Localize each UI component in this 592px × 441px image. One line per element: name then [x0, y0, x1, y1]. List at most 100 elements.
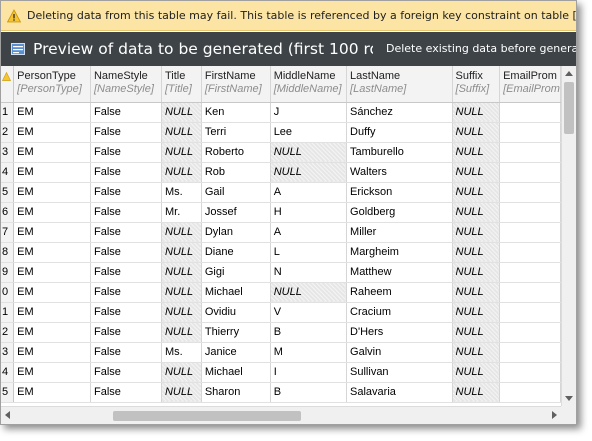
column-header-namestyle[interactable]: NameStyle [NameStyle] — [90, 66, 162, 103]
table-row[interactable]: 4 EM False NULL Michael I Sullivan NULL — [1, 362, 561, 383]
column-header-title[interactable]: Title [Title] — [161, 66, 202, 103]
cell-middlename[interactable]: H — [270, 202, 348, 223]
column-header-emailpromotion[interactable]: EmailProm [EmailProm — [499, 66, 561, 103]
cell-middlename[interactable]: J — [270, 102, 348, 123]
cell-middlename[interactable]: A — [270, 222, 348, 243]
cell-emailpromotion[interactable] — [499, 342, 561, 363]
cell-persontype[interactable]: EM — [13, 202, 91, 223]
cell-middlename[interactable]: V — [270, 302, 348, 323]
column-header-lastname[interactable]: LastName [LastName] — [346, 66, 453, 103]
cell-suffix[interactable]: NULL — [452, 102, 501, 123]
scroll-down-arrow-icon[interactable] — [565, 396, 573, 401]
cell-emailpromotion[interactable] — [499, 162, 561, 183]
cell-suffix[interactable]: NULL — [452, 162, 501, 183]
cell-suffix[interactable]: NULL — [452, 142, 501, 163]
table-row[interactable]: 6 EM False Mr. Jossef H Goldberg NULL — [1, 202, 561, 223]
cell-firstname[interactable]: Ovidiu — [201, 302, 271, 323]
cell-namestyle[interactable]: False — [90, 282, 162, 303]
cell-emailpromotion[interactable] — [499, 382, 561, 403]
cell-emailpromotion[interactable] — [499, 102, 561, 123]
cell-emailpromotion[interactable] — [499, 182, 561, 203]
cell-lastname[interactable]: Walters — [346, 162, 453, 183]
table-row[interactable]: 1 EM False NULL Ken J Sánchez NULL — [1, 102, 561, 123]
cell-suffix[interactable]: NULL — [452, 202, 501, 223]
cell-middlename[interactable]: I — [270, 362, 348, 383]
cell-lastname[interactable]: Miller — [346, 222, 453, 243]
cell-suffix[interactable]: NULL — [452, 242, 501, 263]
table-row[interactable]: 5 EM False Ms. Gail A Erickson NULL — [1, 182, 561, 203]
column-header-middlename[interactable]: MiddleName [MiddleName] — [270, 66, 348, 103]
cell-suffix[interactable]: NULL — [452, 282, 501, 303]
cell-persontype[interactable]: EM — [13, 142, 91, 163]
cell-middlename[interactable]: B — [270, 322, 348, 343]
cell-title[interactable]: NULL — [161, 162, 202, 183]
cell-lastname[interactable]: Goldberg — [346, 202, 453, 223]
cell-suffix[interactable]: NULL — [452, 222, 501, 243]
table-row[interactable]: 3 EM False Ms. Janice M Galvin NULL — [1, 342, 561, 363]
cell-persontype[interactable]: EM — [13, 382, 91, 403]
cell-namestyle[interactable]: False — [90, 382, 162, 403]
cell-emailpromotion[interactable] — [499, 142, 561, 163]
table-row[interactable]: 2 EM False NULL Terri Lee Duffy NULL — [1, 122, 561, 143]
cell-title[interactable]: NULL — [161, 222, 202, 243]
cell-title[interactable]: NULL — [161, 302, 202, 323]
cell-persontype[interactable]: EM — [13, 182, 91, 203]
cell-firstname[interactable]: Ken — [201, 102, 271, 123]
table-row[interactable]: 8 EM False NULL Diane L Margheim NULL — [1, 242, 561, 263]
cell-title[interactable]: Ms. — [161, 182, 202, 203]
cell-namestyle[interactable]: False — [90, 162, 162, 183]
table-row[interactable]: 3 EM False NULL Roberto NULL Tamburello NULL — [1, 142, 561, 163]
cell-lastname[interactable]: Duffy — [346, 122, 453, 143]
cell-title[interactable]: NULL — [161, 262, 202, 283]
cell-lastname[interactable]: Tamburello — [346, 142, 453, 163]
column-header-persontype[interactable]: PersonType [PersonType] — [13, 66, 91, 103]
cell-persontype[interactable]: EM — [13, 282, 91, 303]
cell-title[interactable]: NULL — [161, 362, 202, 383]
cell-firstname[interactable]: Sharon — [201, 382, 271, 403]
cell-firstname[interactable]: Thierry — [201, 322, 271, 343]
cell-namestyle[interactable]: False — [90, 262, 162, 283]
horizontal-scrollbar[interactable] — [1, 406, 561, 424]
cell-firstname[interactable]: Dylan — [201, 222, 271, 243]
cell-lastname[interactable]: Raheem — [346, 282, 453, 303]
cell-title[interactable]: NULL — [161, 142, 202, 163]
cell-persontype[interactable]: EM — [13, 162, 91, 183]
cell-middlename[interactable]: Lee — [270, 122, 348, 143]
cell-suffix[interactable]: NULL — [452, 342, 501, 363]
cell-lastname[interactable]: Sánchez — [346, 102, 453, 123]
cell-persontype[interactable]: EM — [13, 222, 91, 243]
vertical-scrollbar[interactable] — [561, 66, 576, 406]
scroll-up-arrow-icon[interactable] — [565, 71, 573, 76]
cell-suffix[interactable]: NULL — [452, 122, 501, 143]
cell-lastname[interactable]: Margheim — [346, 242, 453, 263]
cell-firstname[interactable]: Roberto — [201, 142, 271, 163]
scroll-left-arrow-icon[interactable] — [5, 411, 10, 419]
cell-persontype[interactable]: EM — [13, 262, 91, 283]
cell-namestyle[interactable]: False — [90, 242, 162, 263]
cell-emailpromotion[interactable] — [499, 362, 561, 383]
cell-persontype[interactable]: EM — [13, 302, 91, 323]
cell-middlename[interactable]: A — [270, 182, 348, 203]
cell-middlename[interactable]: NULL — [270, 282, 348, 303]
cell-lastname[interactable]: Erickson — [346, 182, 453, 203]
cell-suffix[interactable]: NULL — [452, 382, 501, 403]
cell-namestyle[interactable]: False — [90, 362, 162, 383]
cell-persontype[interactable]: EM — [13, 122, 91, 143]
cell-emailpromotion[interactable] — [499, 222, 561, 243]
scroll-right-arrow-icon[interactable] — [552, 411, 557, 419]
cell-firstname[interactable]: Michael — [201, 282, 271, 303]
cell-emailpromotion[interactable] — [499, 122, 561, 143]
cell-emailpromotion[interactable] — [499, 202, 561, 223]
table-row[interactable]: 9 EM False NULL Gigi N Matthew NULL — [1, 262, 561, 283]
vertical-scroll-thumb[interactable] — [564, 82, 574, 134]
cell-middlename[interactable]: L — [270, 242, 348, 263]
horizontal-scroll-thumb[interactable] — [113, 411, 301, 421]
cell-lastname[interactable]: Sullivan — [346, 362, 453, 383]
cell-middlename[interactable]: M — [270, 342, 348, 363]
cell-namestyle[interactable]: False — [90, 122, 162, 143]
column-header-firstname[interactable]: FirstName [FirstName] — [201, 66, 271, 103]
cell-emailpromotion[interactable] — [499, 282, 561, 303]
cell-namestyle[interactable]: False — [90, 222, 162, 243]
cell-persontype[interactable]: EM — [13, 242, 91, 263]
cell-title[interactable]: Ms. — [161, 342, 202, 363]
